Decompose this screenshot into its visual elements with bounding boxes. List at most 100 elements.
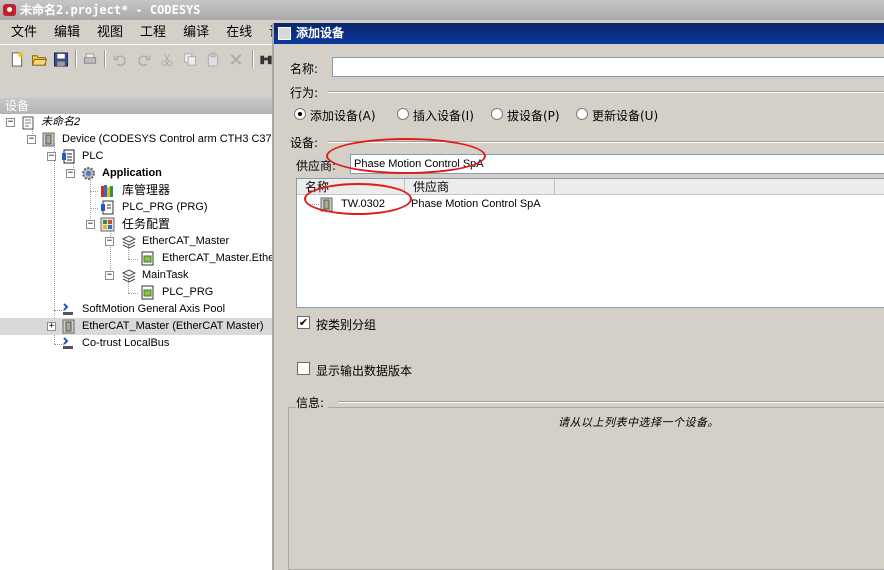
tree-item-label: 库管理器: [122, 183, 171, 197]
ethercat-master-icon: [62, 319, 75, 334]
radio-button[interactable]: [491, 108, 503, 120]
window-title-bar: 未命名2.project* - CODESYS: [0, 0, 884, 20]
tree-item-plc-prg[interactable]: PLC_PRG (PRG): [0, 199, 272, 216]
radio-label: 更新设备(U): [592, 109, 659, 123]
device-tree: − 未命名2 − Device (CODESYS Control arm CTH…: [0, 114, 272, 570]
tree-item-label: EtherCAT_Master.Ether: [162, 252, 272, 264]
radio-label: 插入设备(I): [413, 109, 474, 123]
menu-debug[interactable]: 调试: [258, 25, 272, 40]
group-divider: [328, 91, 884, 93]
toolbar-separator: [104, 50, 106, 68]
tree-item-label: Device (CODESYS Control arm CTH3 C37-00: [62, 133, 272, 145]
vendor-select[interactable]: Phase Motion Control SpA: [350, 154, 884, 174]
gear-application-icon: [82, 167, 95, 180]
toolbar-separator: [252, 50, 254, 68]
radio-button-checked[interactable]: [294, 108, 306, 120]
collapse-icon[interactable]: −: [47, 152, 56, 161]
column-header-name[interactable]: 名称: [297, 179, 405, 195]
tree-item-library-manager[interactable]: 库管理器: [0, 182, 272, 199]
radio-label: 添加设备(A): [310, 109, 376, 123]
tree-item-plc-logic[interactable]: − PLC: [0, 148, 272, 165]
tree-item-label: PLC_PRG (PRG): [122, 201, 208, 213]
device-icon: [320, 197, 333, 212]
add-device-dialog: 添加设备 名称: 行为: 添加设备(A) 插入设备(I) 拔设备(P) 更新设备…: [272, 23, 884, 570]
radio-button[interactable]: [576, 108, 588, 120]
device-icon: [42, 132, 55, 147]
column-header-vendor[interactable]: 供应商: [405, 179, 555, 195]
tree-item-label: MainTask: [142, 269, 189, 281]
expand-icon[interactable]: +: [47, 322, 56, 331]
group-divider: [328, 141, 884, 143]
collapse-icon[interactable]: −: [66, 169, 75, 178]
paste-icon[interactable]: [205, 52, 221, 67]
name-label: 名称:: [290, 62, 319, 76]
group-by-category-checkbox[interactable]: ✔: [297, 316, 310, 329]
name-input[interactable]: [332, 57, 884, 77]
device-pane-header: 设备: [0, 98, 272, 114]
tree-item-label: 任务配置: [122, 217, 171, 231]
vendor-label: 供应商:: [296, 159, 337, 173]
action-group-label: 行为:: [290, 86, 319, 100]
window-title: 未命名2.project* - CODESYS: [20, 3, 201, 17]
menu-online[interactable]: 在线: [215, 25, 258, 40]
cut-icon[interactable]: [159, 52, 175, 67]
tree-item-device[interactable]: − Device (CODESYS Control arm CTH3 C37-0…: [0, 131, 272, 148]
delete-icon[interactable]: [228, 52, 244, 67]
show-all-versions-checkbox[interactable]: [297, 362, 310, 375]
tree-item-label: 未命名2: [41, 116, 81, 128]
tree-item-ethercat-call[interactable]: EtherCAT_Master.Ether: [0, 250, 272, 267]
open-folder-icon[interactable]: [31, 52, 47, 67]
show-all-versions-label: 显示输出数据版本: [316, 364, 413, 378]
tree-item-task-config[interactable]: − 任务配置: [0, 216, 272, 233]
collapse-icon[interactable]: −: [105, 237, 114, 246]
library-manager-icon: [101, 185, 113, 197]
dialog-title: 添加设备: [296, 26, 345, 40]
menu-view[interactable]: 视图: [86, 25, 129, 40]
collapse-icon[interactable]: −: [105, 271, 114, 280]
list-header: 名称 供应商: [297, 179, 884, 195]
tree-item-label: PLC: [82, 150, 104, 162]
tree-item-softmotion-pool[interactable]: SoftMotion General Axis Pool: [0, 301, 272, 318]
device-group-label: 设备:: [290, 136, 319, 150]
tree-item-maintask[interactable]: − MainTask: [0, 267, 272, 284]
menu-file[interactable]: 文件: [0, 25, 43, 40]
group-by-category-label: 按类别分组: [316, 318, 377, 332]
task-call-icon: [141, 251, 154, 266]
collapse-icon[interactable]: −: [27, 135, 36, 144]
group-divider: [338, 401, 884, 403]
collapse-icon[interactable]: −: [6, 118, 15, 127]
menu-project[interactable]: 工程: [129, 25, 172, 40]
info-panel: [288, 407, 884, 570]
tree-item-project[interactable]: − 未命名2: [0, 114, 272, 131]
axis-pool-icon: [63, 303, 73, 315]
device-list-row[interactable]: TW.0302 Phase Motion Control SpA: [297, 196, 884, 213]
device-name-cell: TW.0302: [341, 198, 386, 210]
print-icon[interactable]: [82, 52, 98, 67]
tree-item-label: PLC_PRG: [162, 286, 214, 298]
copy-icon[interactable]: [182, 52, 198, 67]
pou-icon: [101, 200, 114, 215]
toolbar-row-2: [0, 72, 272, 98]
device-list[interactable]: 名称 供应商 TW.0302 Phase Motion Control SpA: [296, 178, 884, 308]
radio-label: 拔设备(P): [507, 109, 560, 123]
tree-item-plc-prg-call[interactable]: PLC_PRG: [0, 284, 272, 301]
plc-logic-icon: [62, 149, 75, 164]
tree-item-localbus[interactable]: Co-trust LocalBus: [0, 335, 272, 352]
codesys-app-icon: [3, 4, 16, 16]
tree-item-ethercat-master[interactable]: + EtherCAT_Master (EtherCAT Master): [0, 318, 272, 335]
menu-build[interactable]: 编译: [172, 25, 215, 40]
radio-button[interactable]: [397, 108, 409, 120]
tree-item-ethercat-task[interactable]: − EtherCAT_Master: [0, 233, 272, 250]
toolbar-separator: [75, 50, 77, 68]
tree-item-application[interactable]: − Application: [0, 165, 272, 182]
save-icon[interactable]: [53, 52, 69, 67]
collapse-icon[interactable]: −: [86, 220, 95, 229]
device-vendor-cell: Phase Motion Control SpA: [411, 198, 541, 210]
undo-icon[interactable]: [112, 52, 128, 67]
new-file-icon[interactable]: [9, 52, 25, 67]
menu-edit[interactable]: 编辑: [43, 25, 86, 40]
localbus-icon: [63, 337, 73, 349]
tree-item-label: SoftMotion General Axis Pool: [82, 303, 226, 315]
tree-connector: [307, 204, 319, 205]
redo-icon[interactable]: [136, 52, 152, 67]
